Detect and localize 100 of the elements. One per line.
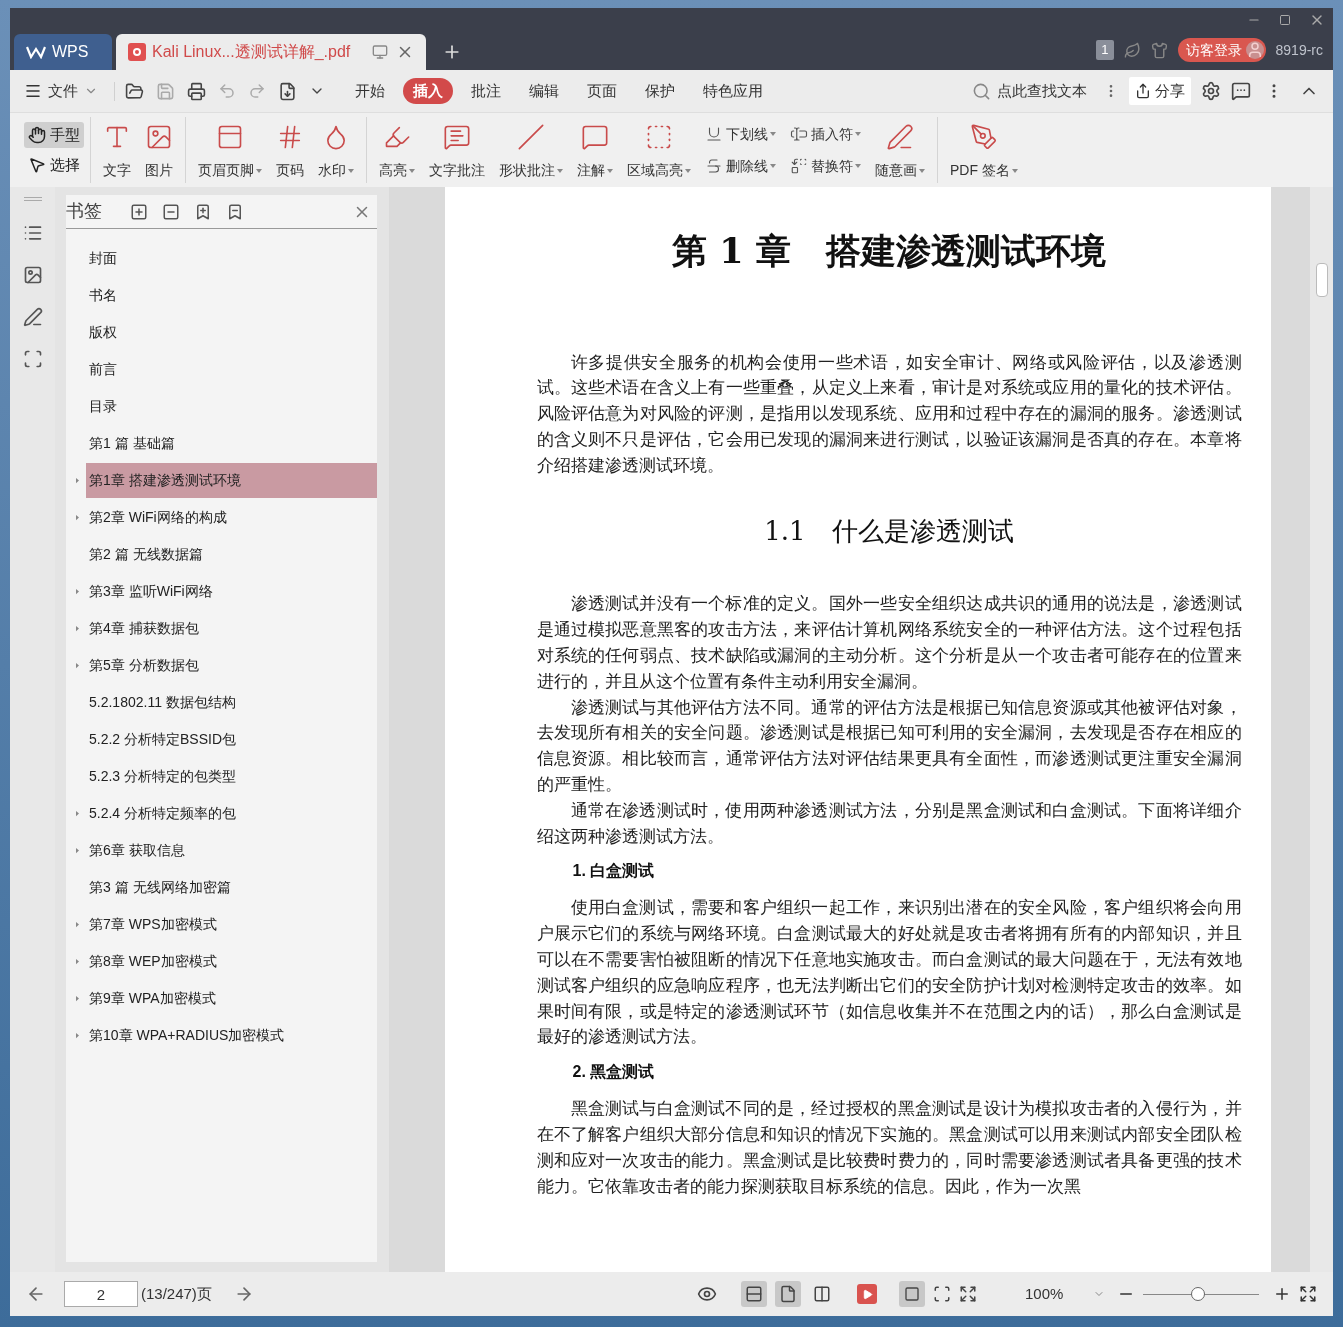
body-paragraph: 渗透测试并没有一个标准的定义。国外一些安全组织达成共识的通用的说法是，渗透测试是通过模拟恶意黑客的攻击方法，来评估计算机网络系统安全的一种评估方法。这个过程包括对系统的任何弱点、技术缺陷或漏洞的主动分析。这个分析是从一个攻击者可能存在的位置来进行的，并且从这个位置有条件主动利用安全漏洞。 bbox=[536, 592, 1242, 693]
zoom-slider[interactable] bbox=[1143, 1287, 1259, 1301]
bookmark-item[interactable]: 第10章 WPA+RADIUS加密模式 bbox=[86, 1018, 377, 1053]
ribbon-button[interactable]: 文字批注 bbox=[425, 117, 489, 183]
bookmark-item[interactable]: 目录 bbox=[86, 389, 377, 424]
bookmark-item[interactable]: 封面 bbox=[86, 241, 377, 276]
image-icon[interactable] bbox=[22, 265, 43, 285]
mode-button[interactable]: 手型 bbox=[24, 122, 84, 148]
bookmark-item[interactable]: 第3章 监听WiFi网络 bbox=[86, 574, 377, 609]
ribbon-button[interactable]: 注解 bbox=[573, 117, 617, 183]
bookmark-item[interactable]: 5.2.1802.11 数据包结构 bbox=[86, 685, 377, 720]
expand-arrow-icon[interactable] bbox=[76, 958, 79, 965]
mode-button[interactable]: 选择 bbox=[24, 152, 84, 178]
collapse-all-icon[interactable] bbox=[162, 202, 180, 221]
expand-arrow-icon[interactable] bbox=[76, 588, 79, 595]
expand-arrow-icon[interactable] bbox=[76, 477, 79, 484]
play-icon[interactable] bbox=[857, 1284, 877, 1304]
bookmark-item[interactable]: 第9章 WPA加密模式 bbox=[86, 981, 377, 1016]
bookmark-item[interactable]: 前言 bbox=[86, 352, 377, 387]
expand-arrow-icon[interactable] bbox=[76, 847, 79, 854]
export-icon[interactable] bbox=[278, 81, 297, 101]
expand-arrow-icon[interactable] bbox=[76, 514, 79, 521]
open-folder-icon[interactable] bbox=[125, 81, 144, 101]
avatar-icon bbox=[1245, 41, 1264, 59]
ribbon-button[interactable]: 下划线 bbox=[701, 120, 780, 148]
zoom-value[interactable]: 100% bbox=[1025, 1282, 1085, 1306]
remove-bookmark-icon[interactable] bbox=[226, 202, 244, 221]
pen-icon[interactable] bbox=[22, 307, 43, 327]
actual-size-button[interactable] bbox=[899, 1281, 925, 1307]
bookmark-item[interactable]: 第8章 WEP加密模式 bbox=[86, 944, 377, 979]
bookmark-item[interactable]: 第2章 WiFi网络的构成 bbox=[86, 500, 377, 535]
pdf-file-icon bbox=[128, 43, 146, 61]
home-tab[interactable]: WPS bbox=[14, 34, 112, 70]
shirt-icon[interactable] bbox=[1150, 41, 1168, 59]
scan-icon[interactable] bbox=[22, 349, 43, 369]
maximize-icon[interactable] bbox=[1279, 14, 1291, 26]
ribbon-button[interactable]: 替换符 bbox=[786, 152, 865, 180]
ribbon-tab[interactable]: 页面 bbox=[577, 78, 627, 104]
ribbon-button[interactable]: 插入符 bbox=[786, 120, 865, 148]
fit-width-icon[interactable] bbox=[959, 1285, 977, 1303]
ribbon-tab[interactable]: 批注 bbox=[461, 78, 511, 104]
monitor-icon[interactable] bbox=[372, 44, 388, 60]
share-button[interactable]: 分享 bbox=[1129, 77, 1191, 105]
ribbon-tab[interactable]: 特色应用 bbox=[693, 78, 773, 104]
bookmark-item[interactable]: 5.2.4 分析特定频率的包 bbox=[86, 796, 377, 831]
bookmark-item[interactable]: 第6章 获取信息 bbox=[86, 833, 377, 868]
chat-icon[interactable] bbox=[1231, 81, 1251, 101]
expand-arrow-icon[interactable] bbox=[76, 921, 79, 928]
bookmark-item[interactable]: 版权 bbox=[86, 315, 377, 350]
ribbon-tab[interactable]: 编辑 bbox=[519, 78, 569, 104]
bookmark-item[interactable]: 5.2.3 分析特定的包类型 bbox=[86, 759, 377, 794]
line-icon bbox=[517, 123, 545, 151]
expand-arrow-icon[interactable] bbox=[76, 995, 79, 1002]
expand-arrow-icon[interactable] bbox=[76, 1032, 79, 1039]
ribbon-button[interactable]: 文字 bbox=[99, 117, 135, 183]
eye-icon[interactable] bbox=[697, 1284, 717, 1304]
actual-size-icon bbox=[904, 1286, 920, 1302]
fit-page-icon[interactable] bbox=[933, 1285, 951, 1303]
ribbon-tab[interactable]: 开始 bbox=[345, 78, 395, 104]
ribbon-button[interactable]: 高亮 bbox=[375, 117, 419, 183]
list-icon[interactable] bbox=[22, 223, 43, 243]
ribbon-button[interactable]: 图片 bbox=[141, 117, 177, 183]
search-field[interactable]: 点此查找文本 bbox=[972, 79, 1093, 103]
bookmark-item[interactable]: 5.2.2 分析特定BSSID包 bbox=[86, 722, 377, 757]
bookmark-item[interactable]: 第2 篇 无线数据篇 bbox=[86, 537, 377, 572]
scrollbar[interactable] bbox=[1310, 187, 1333, 1272]
body-paragraph: 黑盒测试与白盒测试不同的是，经过授权的黑盒测试是设计为模拟攻击者的入侵行为，并在不了解客户组织大部分信息和知识的情况下实施的。黑盒测试可以用来测试内部安全团队检测和应对一次攻击的能力。黑盒测试是比较费时费力的，同时需要渗透测试者具备更强的技术能力。它依靠攻击者的能力探测获取目标系统的信息。因此，作为一次黑 bbox=[536, 1097, 1242, 1198]
expand-all-icon[interactable] bbox=[130, 202, 148, 221]
ribbon-button[interactable]: 页码 bbox=[272, 117, 308, 183]
bookmark-item[interactable]: 第7章 WPS加密模式 bbox=[86, 907, 377, 942]
expand-arrow-icon[interactable] bbox=[76, 625, 79, 632]
bookmark-item[interactable]: 第3 篇 无线网络加密篇 bbox=[86, 870, 377, 905]
ribbon-button[interactable]: 区域高亮 bbox=[623, 117, 695, 183]
ribbon-button[interactable]: 删除线 bbox=[701, 152, 780, 180]
bookmark-item[interactable]: 书名 bbox=[86, 278, 377, 313]
page-number-field[interactable]: 2 bbox=[64, 1281, 138, 1307]
print-icon[interactable] bbox=[187, 81, 206, 101]
ribbon-button[interactable]: 水印 bbox=[314, 117, 358, 183]
expand-arrow-icon[interactable] bbox=[76, 662, 79, 669]
add-bookmark-icon[interactable] bbox=[194, 202, 212, 221]
bookmark-item[interactable]: 第5章 分析数据包 bbox=[86, 648, 377, 683]
ribbon-button[interactable]: PDF 签名 bbox=[946, 117, 1022, 183]
ribbon-tab[interactable]: 插入 bbox=[403, 78, 453, 104]
wps-logo-icon bbox=[26, 45, 46, 59]
fullscreen-icon[interactable] bbox=[1299, 1285, 1317, 1303]
document-tab[interactable]: Kali Linux...透测试详解_.pdf bbox=[116, 34, 426, 70]
expand-arrow-icon[interactable] bbox=[76, 810, 79, 817]
zoom-in-icon[interactable] bbox=[1273, 1285, 1291, 1303]
ribbon-button[interactable]: 随意画 bbox=[871, 117, 929, 183]
login-button[interactable]: 访客登录 bbox=[1177, 38, 1266, 62]
settings-icon[interactable] bbox=[1201, 81, 1221, 101]
ribbon-tab[interactable]: 保护 bbox=[635, 78, 685, 104]
layout-button[interactable] bbox=[741, 1281, 767, 1307]
leaf-icon[interactable] bbox=[1123, 41, 1141, 59]
ribbon-button[interactable]: 形状批注 bbox=[495, 117, 567, 183]
bookmark-item[interactable]: 第4章 捕获数据包 bbox=[86, 611, 377, 646]
layout-button[interactable] bbox=[775, 1281, 801, 1307]
file-menu[interactable]: 文件 bbox=[24, 79, 98, 103]
bookmark-item[interactable]: 第1 篇 基础篇 bbox=[86, 426, 377, 461]
ribbon-button[interactable]: 页眉页脚 bbox=[194, 117, 266, 183]
